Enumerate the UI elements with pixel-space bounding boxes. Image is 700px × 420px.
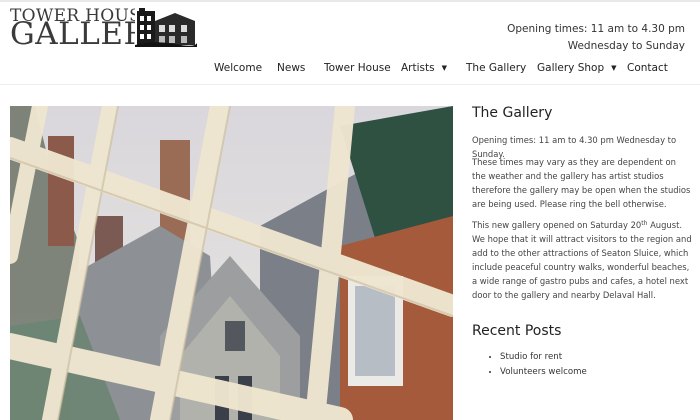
nav-item-welcome[interactable]: Welcome [214, 62, 262, 74]
hours-line-1: Opening times: 11 am to 4.30 pm [507, 23, 685, 35]
times-vary-text: These times may vary as they are depende… [472, 157, 691, 209]
recent-posts-heading: Recent Posts [472, 323, 562, 339]
caret-down-icon: ▼ [441, 64, 447, 72]
nav-item-gallery-shop[interactable]: Gallery Shop ▼ [537, 62, 617, 74]
site-logo[interactable]: Tower House Gallery [10, 6, 200, 50]
description-part-2: August. We hope that it will attract vis… [472, 220, 692, 300]
nav-divider [0, 84, 700, 85]
hero-watercolour-painting [10, 106, 453, 420]
nav-label: Welcome [214, 62, 263, 74]
nav-label: Gallery Shop [537, 62, 605, 74]
nav-item-news[interactable]: News [277, 62, 305, 74]
header-opening-times: Opening times: 11 am to 4.30 pm Wednesda… [507, 21, 685, 55]
nav-item-tower-house[interactable]: Tower House [324, 62, 391, 74]
recent-post-link[interactable]: Volunteers welcome [500, 365, 587, 380]
gallery-description-text: This new gallery opened on Saturday 20th… [472, 218, 692, 302]
top-border [0, 0, 700, 2]
nav-label: Tower House [324, 62, 391, 74]
sidebar: The Gallery Opening times: 11 am to 4.30… [472, 105, 692, 377]
main-nav: Welcome News Tower House Artists ▼ The Ga… [0, 62, 700, 82]
nav-item-artists[interactable]: Artists ▼ [401, 62, 447, 74]
nav-label: The Gallery [466, 62, 527, 74]
hours-line-2: Wednesday to Sunday [567, 40, 685, 52]
recent-posts-list: Studio for rent Volunteers welcome [472, 350, 587, 380]
sidebar-title: The Gallery [472, 105, 553, 121]
nav-item-contact[interactable]: Contact [627, 62, 668, 74]
nav-label: News [277, 62, 306, 74]
recent-post-link[interactable]: Studio for rent [500, 350, 587, 365]
caret-down-icon: ▼ [611, 64, 617, 72]
nav-item-the-gallery[interactable]: The Gallery [466, 62, 526, 74]
nav-label: Artists [401, 62, 435, 74]
tower-house-sketch-image [135, 7, 197, 47]
description-part-1: This new gallery opened on Saturday 20 [472, 220, 642, 230]
nav-label: Contact [627, 62, 668, 74]
